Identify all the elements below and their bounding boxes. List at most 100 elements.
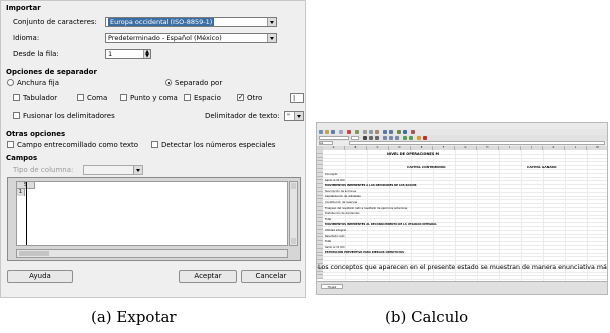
caption-b: (b) Calculo <box>385 308 469 326</box>
column-type-select[interactable] <box>83 165 143 175</box>
currency-icon[interactable] <box>403 136 407 140</box>
row-label: Constitución de reservas <box>325 201 358 204</box>
paste-icon[interactable] <box>375 130 379 134</box>
align-right-icon[interactable] <box>395 136 399 140</box>
sort-icon[interactable] <box>403 130 407 134</box>
preview-grid: S 1 <box>16 181 288 246</box>
align-left-icon[interactable] <box>383 136 387 140</box>
column-header[interactable]: K <box>543 146 565 150</box>
column-header[interactable]: D <box>389 146 411 150</box>
grid-row-line <box>323 169 607 170</box>
other-options-section-title: Otras opciones <box>6 130 66 138</box>
chart-icon[interactable] <box>397 130 401 134</box>
checkbox-icon[interactable] <box>184 94 191 101</box>
percent-icon[interactable] <box>409 136 413 140</box>
redo-icon[interactable] <box>389 130 393 134</box>
checkbox-icon[interactable] <box>77 94 84 101</box>
comma-option[interactable]: Coma <box>77 94 107 102</box>
column-header[interactable]: L <box>565 146 587 150</box>
column-divider[interactable] <box>26 182 27 245</box>
bold-icon[interactable] <box>363 136 367 140</box>
grid-row-line <box>323 233 607 235</box>
checkmark-icon[interactable] <box>237 93 244 101</box>
navigator-icon[interactable] <box>411 130 415 134</box>
chevron-down-icon[interactable] <box>294 112 303 120</box>
chevron-down-icon[interactable] <box>267 34 276 42</box>
ok-button[interactable]: Aceptar <box>179 270 237 283</box>
undo-icon[interactable] <box>383 130 387 134</box>
grid-row-line <box>323 214 607 216</box>
space-option[interactable]: Espacio <box>184 94 221 102</box>
space-label: Espacio <box>194 94 221 102</box>
radio-icon[interactable] <box>7 79 14 86</box>
quoted-field-option[interactable]: Campo entrecomillado como texto <box>7 141 138 149</box>
charset-select[interactable]: Europa occidental (ISO-8859-1) <box>105 17 277 27</box>
language-label: Idioma: <box>13 34 40 42</box>
language-select[interactable]: Predeterminado - Español (México) <box>105 33 277 43</box>
detect-numbers-option[interactable]: Detectar los números especiales <box>151 141 275 149</box>
row-label: Distribución de dividendos <box>325 212 360 216</box>
cell-grid[interactable]: ABCDEFGHIJKLM NIVEL DE OPERACIONES M CAP… <box>317 146 607 281</box>
scroll-down-icon[interactable] <box>291 238 296 244</box>
grid-row-line <box>323 256 607 258</box>
checkbox-icon[interactable] <box>151 141 158 148</box>
print-icon[interactable] <box>339 130 343 134</box>
checkbox-icon[interactable] <box>120 94 127 101</box>
font-color-icon[interactable] <box>423 136 427 140</box>
grid-row-line <box>323 260 607 262</box>
from-row-stepper[interactable]: 1 ▲ ▼ <box>105 49 151 59</box>
background-color-icon[interactable] <box>417 136 421 140</box>
open-icon[interactable] <box>325 130 329 134</box>
preview-horizontal-scrollbar[interactable] <box>16 249 288 258</box>
text-delimiter-select[interactable]: " <box>284 111 304 121</box>
field-preview[interactable]: S 1 <box>7 177 301 261</box>
other-separator-input[interactable]: | <box>290 93 304 103</box>
formula-input[interactable] <box>349 141 605 145</box>
separator-section-title: Opciones de separador <box>6 68 97 76</box>
semicolon-option[interactable]: Punto y coma <box>120 94 178 102</box>
checkbox-icon[interactable] <box>13 112 20 119</box>
fixed-width-option[interactable]: Anchura fija <box>7 79 59 87</box>
column-header[interactable]: M <box>587 146 607 150</box>
chevron-down-icon[interactable] <box>267 18 276 26</box>
new-icon[interactable] <box>319 130 323 134</box>
cut-icon[interactable] <box>363 130 367 134</box>
align-center-icon[interactable] <box>389 136 393 140</box>
font-name-select[interactable] <box>319 136 349 140</box>
spin-arrows-icon[interactable]: ▲ ▼ <box>143 50 150 58</box>
column-header[interactable]: A <box>323 146 345 150</box>
column-header[interactable]: E <box>411 146 433 150</box>
help-button[interactable]: Ayuda <box>7 270 73 283</box>
sheet-tab[interactable]: Hoja1 <box>321 284 343 289</box>
copy-icon[interactable] <box>369 130 373 134</box>
column-header[interactable]: H <box>477 146 499 150</box>
chevron-down-icon[interactable] <box>133 166 142 174</box>
tab-option[interactable]: Tabulador <box>13 94 57 102</box>
save-icon[interactable] <box>331 130 335 134</box>
other-option[interactable]: Otro <box>237 93 262 102</box>
preview-vertical-scrollbar[interactable] <box>289 181 298 246</box>
font-size-select[interactable] <box>351 136 359 140</box>
italic-icon[interactable] <box>369 136 373 140</box>
cancel-button[interactable]: Cancelar <box>241 270 301 283</box>
row-label: Saldo al 31 DIC <box>325 178 345 182</box>
checkbox-icon[interactable] <box>7 141 14 148</box>
radio-selected-icon[interactable] <box>165 79 172 86</box>
pdf-icon[interactable] <box>347 130 351 134</box>
column-header[interactable]: C <box>367 146 389 150</box>
underline-icon[interactable] <box>375 136 379 140</box>
grid-row-line <box>323 165 607 167</box>
column-header[interactable]: J <box>521 146 543 150</box>
column-header[interactable]: I <box>499 146 521 150</box>
name-box[interactable]: A1 <box>319 141 333 145</box>
separated-by-option[interactable]: Separado por <box>165 79 222 87</box>
checkbox-icon[interactable] <box>13 94 20 101</box>
column-header[interactable]: F <box>433 146 455 150</box>
scroll-thumb[interactable] <box>19 251 49 256</box>
scroll-up-icon[interactable] <box>291 183 296 189</box>
spellcheck-icon[interactable] <box>355 130 359 134</box>
merge-delimiters-option[interactable]: Fusionar los delimitadores <box>13 112 115 120</box>
column-header[interactable]: B <box>345 146 367 150</box>
grid-row-line <box>323 191 607 193</box>
column-header[interactable]: G <box>455 146 477 150</box>
